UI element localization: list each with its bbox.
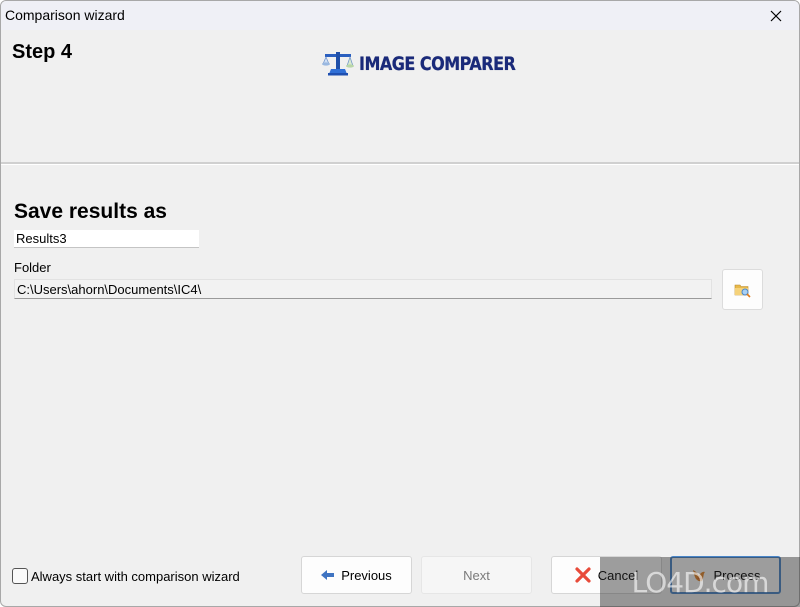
- always-start-wizard-checkbox[interactable]: [12, 568, 28, 584]
- arrow-left-icon: [321, 570, 335, 580]
- folder-path-input[interactable]: [14, 279, 712, 299]
- browse-folder-button[interactable]: [722, 269, 763, 310]
- title-bar: Comparison wizard: [1, 1, 799, 30]
- folder-search-icon: [734, 284, 751, 298]
- next-label: Next: [463, 567, 490, 583]
- header-divider-highlight: [1, 164, 799, 165]
- comparison-wizard-window: Comparison wizard Step 4 IMAGE COMPARER …: [0, 0, 800, 607]
- always-start-wizard-option[interactable]: Always start with comparison wizard: [12, 568, 240, 584]
- save-results-heading: Save results as: [14, 200, 167, 223]
- previous-label: Previous: [341, 567, 392, 583]
- step-title: Step 4: [12, 41, 73, 63]
- window-title: Comparison wizard: [5, 7, 125, 23]
- cancel-button[interactable]: Cancel: [551, 556, 662, 594]
- process-label: Process: [713, 567, 761, 583]
- previous-button[interactable]: Previous: [301, 556, 412, 594]
- close-button[interactable]: [753, 1, 799, 30]
- cancel-label: Cancel: [597, 567, 639, 583]
- process-flame-icon: [691, 567, 707, 583]
- always-start-wizard-label: Always start with comparison wizard: [31, 568, 240, 584]
- folder-label: Folder: [14, 260, 51, 275]
- logo-text: IMAGE COMPARER: [359, 52, 516, 74]
- app-logo: IMAGE COMPARER: [321, 50, 516, 76]
- results-name-input[interactable]: [14, 230, 199, 248]
- balance-scale-icon: [322, 52, 354, 76]
- process-button[interactable]: Process: [670, 556, 781, 594]
- next-button[interactable]: Next: [421, 556, 532, 594]
- wizard-header: Step 4 IMAGE COMPARER: [1, 30, 799, 162]
- close-icon: [770, 10, 782, 21]
- cancel-x-icon: [575, 567, 591, 583]
